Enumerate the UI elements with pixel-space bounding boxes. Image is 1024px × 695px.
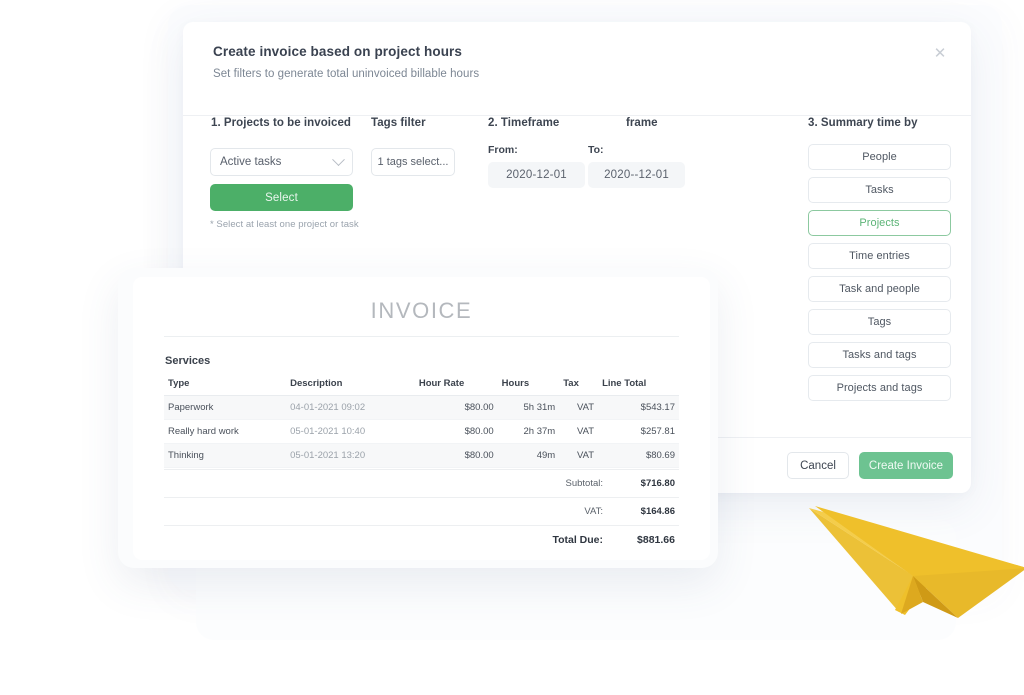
column-header: Tax [559, 373, 598, 396]
totals-spacer [164, 526, 217, 555]
totals-label: Subtotal: [217, 470, 607, 498]
label-summary-time-by: 3. Summary time by [808, 117, 918, 129]
cell-hour-rate: $80.00 [415, 444, 498, 468]
date-from-input[interactable]: 2020-12-01 [488, 162, 585, 188]
cell-tax: VAT [559, 444, 598, 468]
cell-hour-rate: $80.00 [415, 396, 498, 420]
cell-tax: VAT [559, 396, 598, 420]
column-header: Hour Rate [415, 373, 498, 396]
cell-line-total: $257.81 [598, 420, 679, 444]
projects-dropdown-value: Active tasks [220, 156, 334, 168]
summary-option-tasks-and-tags[interactable]: Tasks and tags [808, 342, 951, 368]
cell-description: 05-01-2021 10:40 [286, 420, 415, 444]
close-icon[interactable]: ✕ [927, 40, 953, 66]
totals-label: Total Due: [217, 526, 607, 555]
label-tags-filter: Tags filter [371, 117, 426, 129]
column-header: Type [164, 373, 286, 396]
totals-row: Subtotal:$716.80 [164, 470, 679, 498]
cell-hours: 49m [498, 444, 560, 468]
summary-option-projects-and-tags[interactable]: Projects and tags [808, 375, 951, 401]
page-title: Create invoice based on project hours [213, 44, 941, 59]
header-divider [183, 115, 971, 116]
cell-line-total: $80.69 [598, 444, 679, 468]
cell-description: 04-01-2021 09:02 [286, 396, 415, 420]
summary-option-people[interactable]: People [808, 144, 951, 170]
modal-footer: Cancel Create Invoice [787, 452, 953, 479]
label-projects-to-be-invoiced: 1. Projects to be invoiced [211, 117, 351, 129]
label-timeframe: 2. Timeframe [488, 117, 559, 129]
projects-dropdown[interactable]: Active tasks [210, 148, 353, 176]
totals-amount: $164.86 [607, 498, 679, 526]
screenshot-root: Create invoice based on project hours Se… [0, 0, 1024, 695]
totals-spacer [164, 470, 217, 498]
cancel-button[interactable]: Cancel [787, 452, 849, 479]
totals-amount: $881.66 [607, 526, 679, 555]
cell-type: Paperwork [164, 396, 286, 420]
modal-header: Create invoice based on project hours Se… [183, 22, 971, 92]
cell-description: 05-01-2021 13:20 [286, 444, 415, 468]
summary-option-projects[interactable]: Projects [808, 210, 951, 236]
date-to-input[interactable]: 2020--12-01 [588, 162, 685, 188]
totals-row: Total Due:$881.66 [164, 526, 679, 555]
cell-type: Really hard work [164, 420, 286, 444]
chevron-down-icon [332, 153, 345, 166]
column-header: Hours [498, 373, 560, 396]
date-from-group: From: 2020-12-01 [488, 144, 585, 188]
invoice-title: INVOICE [133, 298, 710, 324]
totals-amount: $716.80 [607, 470, 679, 498]
summary-option-task-and-people[interactable]: Task and people [808, 276, 951, 302]
date-to-label: To: [588, 144, 685, 156]
cell-hours: 5h 31m [498, 396, 560, 420]
invoice-divider [164, 336, 679, 337]
summary-option-tags[interactable]: Tags [808, 309, 951, 335]
cell-line-total: $543.17 [598, 396, 679, 420]
cell-hour-rate: $80.00 [415, 420, 498, 444]
invoice-preview-card: INVOICE Services TypeDescriptionHour Rat… [133, 277, 710, 560]
totals-row: VAT:$164.86 [164, 498, 679, 526]
column-header: Description [286, 373, 415, 396]
table-row: Really hard work05-01-2021 10:40$80.002h… [164, 420, 679, 444]
label-frame: frame [626, 117, 658, 129]
summary-time-by-list: People Tasks Projects Time entries Task and … [808, 144, 951, 408]
table-row: Thinking05-01-2021 13:20$80.0049mVAT$80.… [164, 444, 679, 468]
cell-type: Thinking [164, 444, 286, 468]
select-button[interactable]: Select [210, 184, 353, 211]
date-to-group: To: 2020--12-01 [588, 144, 685, 188]
invoice-totals-table: Subtotal:$716.80VAT:$164.86Total Due:$88… [164, 469, 679, 554]
totals-spacer [164, 498, 217, 526]
summary-option-tasks[interactable]: Tasks [808, 177, 951, 203]
services-label: Services [165, 355, 210, 367]
totals-label: VAT: [217, 498, 607, 526]
summary-option-time-entries[interactable]: Time entries [808, 243, 951, 269]
create-invoice-button[interactable]: Create Invoice [859, 452, 953, 479]
table-header-row: TypeDescriptionHour RateHoursTaxLine Tot… [164, 373, 679, 396]
invoice-services-table: TypeDescriptionHour RateHoursTaxLine Tot… [164, 373, 679, 468]
modal-subtitle: Set filters to generate total uninvoiced… [213, 68, 941, 80]
cell-tax: VAT [559, 420, 598, 444]
tags-filter-select[interactable]: 1 tags select... [371, 148, 455, 176]
projects-hint: * Select at least one project or task [210, 219, 359, 230]
cell-hours: 2h 37m [498, 420, 560, 444]
table-row: Paperwork04-01-2021 09:02$80.005h 31mVAT… [164, 396, 679, 420]
column-header: Line Total [598, 373, 679, 396]
date-from-label: From: [488, 144, 585, 156]
